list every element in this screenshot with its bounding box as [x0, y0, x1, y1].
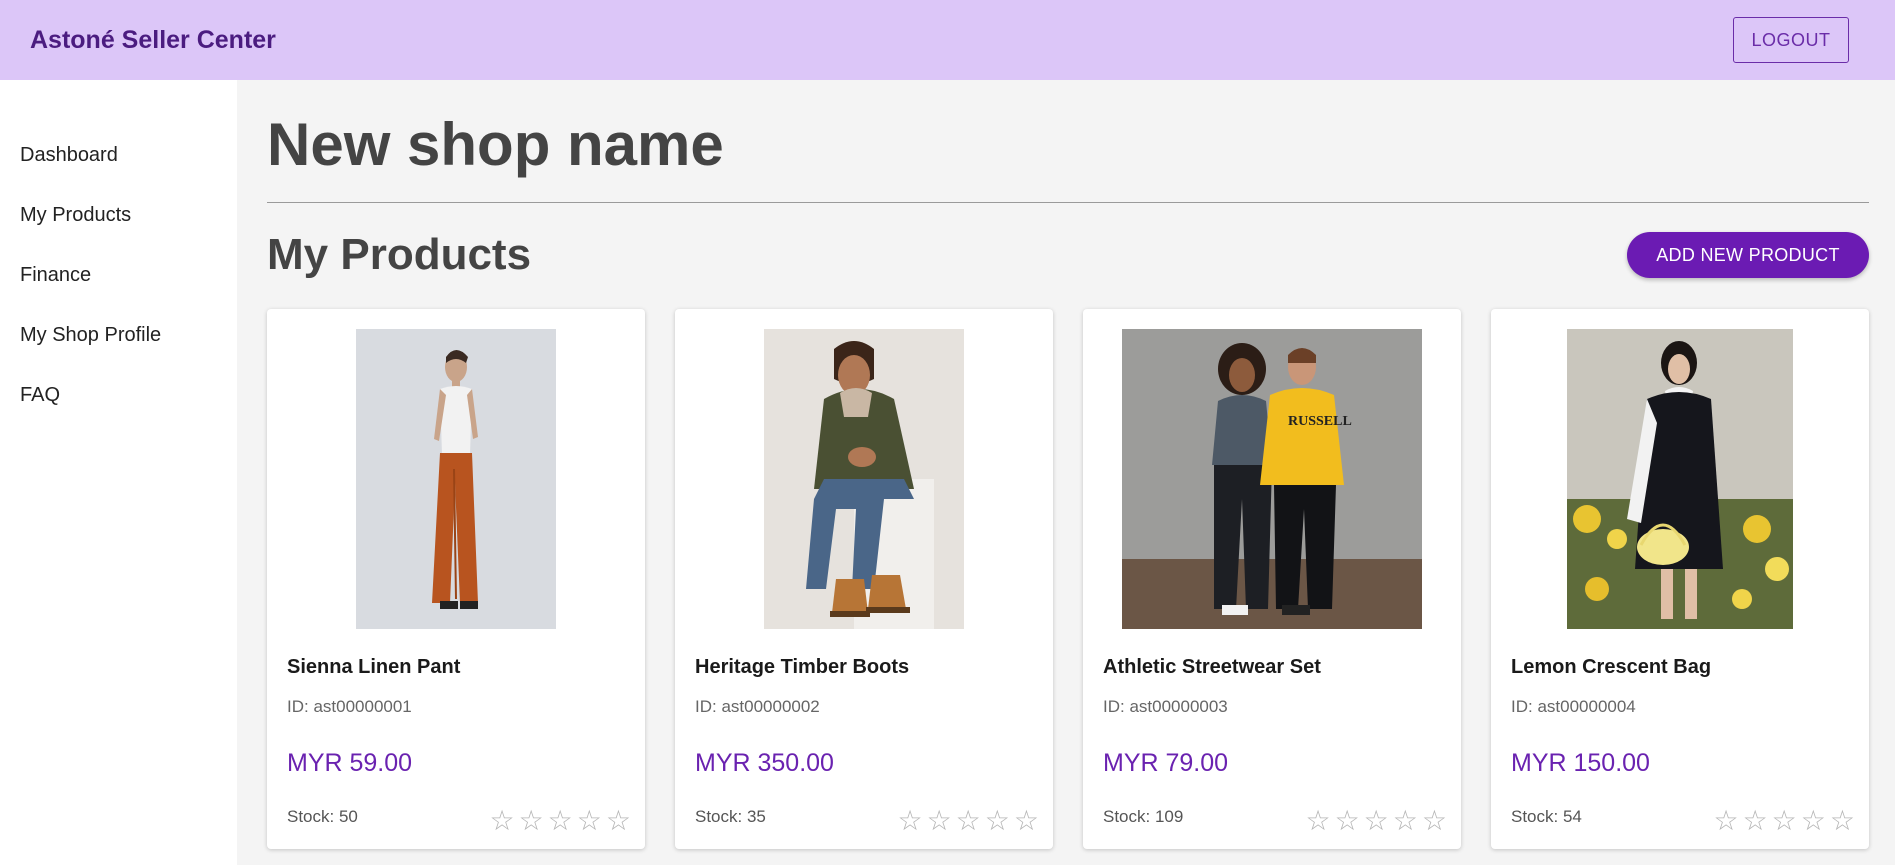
title-divider: [267, 202, 1869, 203]
product-grid: Sienna Linen Pant ID: ast00000001 MYR 59…: [267, 309, 1869, 849]
star-outline-icon: ☆: [1305, 805, 1331, 836]
star-outline-icon: ☆: [926, 805, 952, 836]
product-name[interactable]: Lemon Crescent Bag: [1511, 656, 1849, 679]
star-outline-icon: ☆: [955, 805, 981, 836]
star-outline-icon: ☆: [1771, 805, 1797, 836]
sidebar-item-my-shop-profile[interactable]: My Shop Profile: [0, 310, 237, 370]
star-outline-icon: ☆: [1742, 805, 1768, 836]
star-outline-icon: ☆: [897, 805, 923, 836]
product-stock: Stock: 50: [287, 807, 358, 826]
sidebar-item-finance[interactable]: Finance: [0, 250, 237, 310]
star-outline-icon: ☆: [984, 805, 1010, 836]
star-outline-icon: ☆: [1392, 805, 1418, 836]
product-name[interactable]: Athletic Streetwear Set: [1103, 656, 1441, 679]
product-card[interactable]: Lemon Crescent Bag ID: ast00000004 MYR 1…: [1491, 309, 1869, 849]
star-outline-icon: ☆: [518, 805, 544, 836]
top-bar: Astoné Seller Center LOGOUT: [0, 0, 1895, 80]
rating-stars: ☆ ☆ ☆ ☆ ☆: [1713, 807, 1855, 835]
product-price: MYR 150.00: [1511, 749, 1650, 777]
star-outline-icon: ☆: [1013, 805, 1039, 836]
product-id: ID: ast00000002: [695, 697, 820, 716]
page-title: New shop name: [267, 111, 724, 178]
product-stock: Stock: 54: [1511, 807, 1582, 826]
product-card[interactable]: Heritage Timber Boots ID: ast00000002 MY…: [675, 309, 1053, 849]
product-stock: Stock: 109: [1103, 807, 1184, 826]
section-header: My Products ADD NEW PRODUCT: [267, 230, 1869, 279]
product-price: MYR 79.00: [1103, 749, 1229, 777]
product-price: MYR 59.00: [287, 749, 413, 777]
star-outline-icon: ☆: [576, 805, 602, 836]
section-title: My Products: [267, 230, 532, 279]
product-image[interactable]: [764, 329, 964, 629]
star-outline-icon: ☆: [1829, 805, 1855, 836]
sidebar-item-my-products[interactable]: My Products: [0, 190, 237, 250]
product-image[interactable]: [356, 329, 556, 629]
star-outline-icon: ☆: [489, 805, 515, 836]
product-card[interactable]: RUSSELL Athletic Streetwear Set ID: ast0…: [1083, 309, 1461, 849]
product-price: MYR 350.00: [695, 749, 834, 777]
main-content: New shop name My Products ADD NEW PRODUC…: [267, 80, 1869, 849]
product-name[interactable]: Sienna Linen Pant: [287, 656, 625, 679]
sidebar-item-faq[interactable]: FAQ: [0, 370, 237, 430]
star-outline-icon: ☆: [605, 805, 631, 836]
product-id: ID: ast00000004: [1511, 697, 1636, 716]
star-outline-icon: ☆: [547, 805, 573, 836]
svg-text:RUSSELL: RUSSELL: [1288, 414, 1352, 429]
rating-stars: ☆ ☆ ☆ ☆ ☆: [897, 807, 1039, 835]
star-outline-icon: ☆: [1800, 805, 1826, 836]
star-outline-icon: ☆: [1363, 805, 1389, 836]
star-outline-icon: ☆: [1421, 805, 1447, 836]
product-stock: Stock: 35: [695, 807, 766, 826]
star-outline-icon: ☆: [1334, 805, 1360, 836]
product-name[interactable]: Heritage Timber Boots: [695, 656, 1033, 679]
rating-stars: ☆ ☆ ☆ ☆ ☆: [489, 807, 631, 835]
brand-title: Astoné Seller Center: [30, 25, 276, 54]
product-image[interactable]: RUSSELL: [1122, 329, 1422, 629]
product-image[interactable]: [1567, 329, 1793, 629]
product-card[interactable]: Sienna Linen Pant ID: ast00000001 MYR 59…: [267, 309, 645, 849]
add-new-product-button[interactable]: ADD NEW PRODUCT: [1627, 232, 1869, 278]
logout-button[interactable]: LOGOUT: [1733, 17, 1849, 63]
star-outline-icon: ☆: [1713, 805, 1739, 836]
rating-stars: ☆ ☆ ☆ ☆ ☆: [1305, 807, 1447, 835]
product-id: ID: ast00000001: [287, 697, 412, 716]
sidebar: Dashboard My Products Finance My Shop Pr…: [0, 80, 237, 865]
sidebar-item-dashboard[interactable]: Dashboard: [0, 130, 237, 190]
product-id: ID: ast00000003: [1103, 697, 1228, 716]
